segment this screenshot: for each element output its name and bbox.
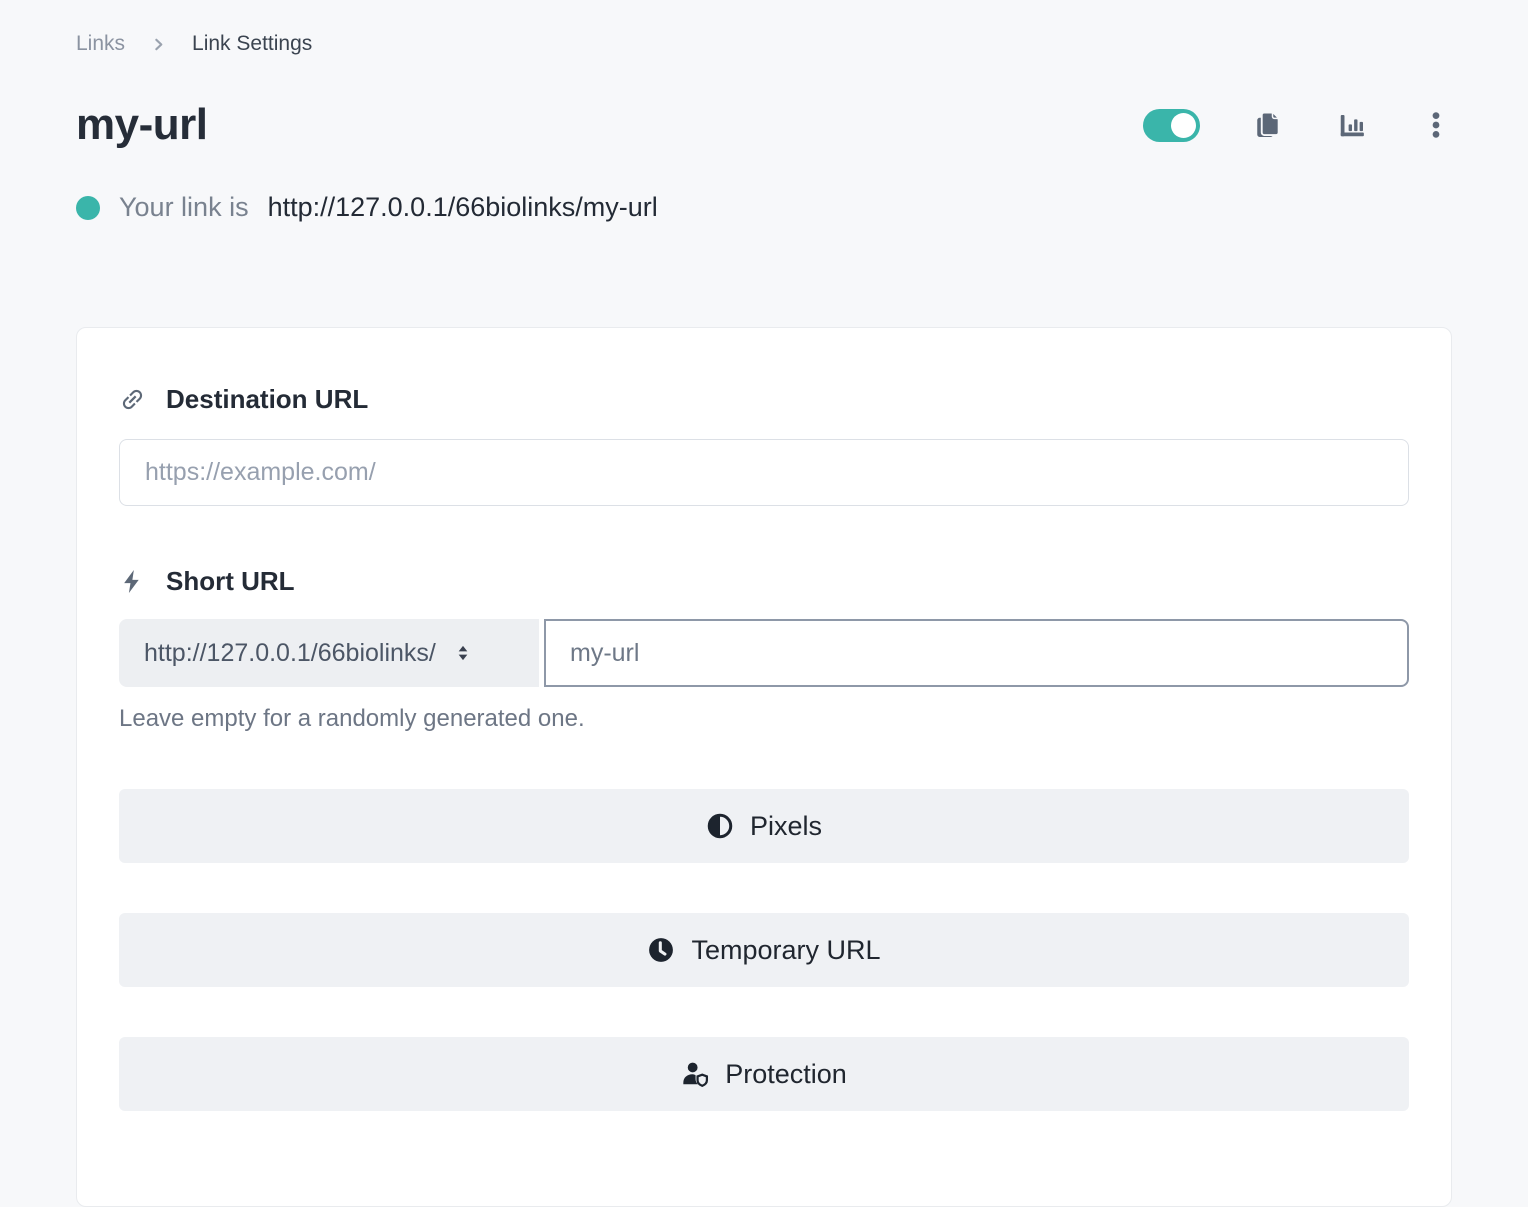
destination-url-label: Destination URL	[119, 384, 1409, 415]
contrast-icon	[706, 812, 734, 840]
kebab-menu-icon[interactable]	[1420, 109, 1452, 141]
status-prefix: Your link is	[119, 192, 249, 223]
status-dot	[76, 196, 100, 220]
short-url-domain-value: http://127.0.0.1/66biolinks/	[144, 639, 436, 668]
link-settings-page: Links Link Settings my-url	[0, 0, 1528, 1207]
link-status: Your link is http://127.0.0.1/66biolinks…	[76, 192, 1452, 223]
short-url-helper: Leave empty for a randomly generated one…	[119, 705, 1409, 733]
copy-icon[interactable]	[1252, 109, 1284, 141]
destination-url-label-text: Destination URL	[166, 384, 368, 415]
short-url-label: Short URL	[119, 566, 1409, 597]
destination-url-input[interactable]	[119, 439, 1409, 506]
short-url-slug-input[interactable]	[544, 619, 1409, 687]
chevron-right-icon	[151, 37, 166, 52]
breadcrumb: Links Link Settings	[76, 32, 1452, 56]
stats-icon[interactable]	[1336, 109, 1368, 141]
short-url-domain-select[interactable]: http://127.0.0.1/66biolinks/	[119, 619, 539, 687]
link-settings-card: Destination URL Short URL http://127.0.0…	[76, 327, 1452, 1207]
page-title: my-url	[76, 100, 207, 150]
protection-button[interactable]: Protection	[119, 1037, 1409, 1111]
sort-caret-icon	[453, 643, 473, 663]
breadcrumb-links[interactable]: Links	[76, 32, 125, 56]
toggle-knob	[1171, 113, 1196, 138]
temporary-url-button-label: Temporary URL	[691, 935, 880, 966]
breadcrumb-link-settings: Link Settings	[192, 32, 312, 56]
pixels-button[interactable]: Pixels	[119, 789, 1409, 863]
link-enabled-toggle[interactable]	[1143, 109, 1200, 142]
page-header: my-url	[76, 100, 1452, 150]
short-url-label-text: Short URL	[166, 566, 295, 597]
pixels-button-label: Pixels	[750, 811, 822, 842]
user-shield-icon	[681, 1060, 709, 1088]
short-url-group: http://127.0.0.1/66biolinks/	[119, 619, 1409, 687]
status-url: http://127.0.0.1/66biolinks/my-url	[268, 192, 658, 223]
temporary-url-button[interactable]: Temporary URL	[119, 913, 1409, 987]
bolt-icon	[119, 568, 146, 595]
link-icon	[119, 386, 146, 413]
header-actions	[1143, 109, 1452, 142]
clock-icon	[647, 936, 675, 964]
protection-button-label: Protection	[725, 1059, 847, 1090]
